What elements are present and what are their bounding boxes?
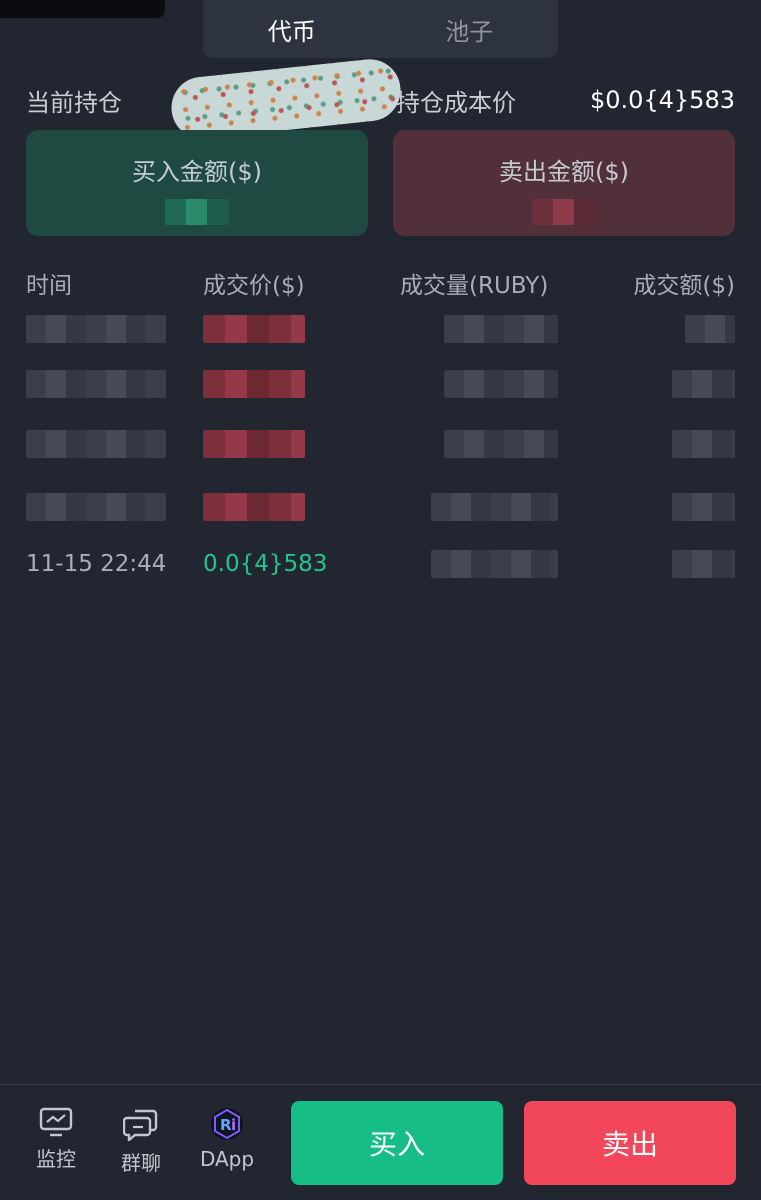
cost-price-label: 持仓成本价 bbox=[396, 88, 516, 117]
trade-price: 0.0{4}583 bbox=[203, 551, 328, 577]
redacted-volume bbox=[444, 430, 558, 458]
redacted-volume bbox=[444, 315, 558, 343]
nav-dapp[interactable]: R i DApp bbox=[192, 1107, 262, 1171]
header-amount: 成交额($) bbox=[633, 273, 735, 299]
redacted-price bbox=[203, 430, 305, 458]
monitor-icon bbox=[39, 1107, 73, 1137]
header-volume: 成交量(RUBY) bbox=[400, 273, 549, 299]
sell-amount-label: 卖出金额($) bbox=[499, 158, 629, 186]
nav-group-chat-label: 群聊 bbox=[121, 1151, 161, 1175]
tab-pool[interactable]: 池子 bbox=[381, 0, 559, 58]
redacted-volume bbox=[431, 550, 558, 578]
trade-time: 11-15 22:44 bbox=[26, 551, 167, 577]
redacted-amount bbox=[672, 493, 735, 521]
buy-amount-label: 买入金额($) bbox=[132, 158, 262, 186]
redacted-amount bbox=[672, 550, 735, 578]
svg-text:i: i bbox=[231, 1116, 236, 1134]
redacted-time bbox=[26, 493, 166, 521]
current-position-label: 当前持仓 bbox=[26, 88, 122, 117]
table-row bbox=[26, 313, 735, 347]
redacted-buy-amount bbox=[165, 199, 229, 225]
chat-icon bbox=[123, 1109, 158, 1141]
header-price: 成交价($) bbox=[203, 273, 305, 299]
redacted-volume bbox=[444, 370, 558, 398]
tab-token[interactable]: 代币 bbox=[203, 0, 381, 58]
trades-table-header: 时间 成交价($) 成交量(RUBY) 成交额($) bbox=[26, 262, 735, 302]
redacted-amount bbox=[685, 315, 735, 343]
table-row: 11-15 22:44 0.0{4}583 bbox=[26, 548, 735, 582]
nav-dapp-label: DApp bbox=[199, 1147, 255, 1171]
cost-price-value: $0.0{4}583 bbox=[589, 86, 735, 114]
bottom-action-bar: 监控 群聊 R i DApp 买入 卖出 bbox=[0, 1084, 761, 1200]
table-row bbox=[26, 368, 735, 402]
header-time: 时间 bbox=[26, 273, 72, 299]
redacted-amount bbox=[672, 370, 735, 398]
redacted-price bbox=[203, 493, 305, 521]
redacted-amount bbox=[672, 430, 735, 458]
token-pool-tabs: 代币 池子 bbox=[203, 0, 558, 58]
nav-monitor-label: 监控 bbox=[36, 1147, 76, 1171]
buy-amount-card[interactable]: 买入金额($) bbox=[26, 130, 368, 236]
redacted-time bbox=[26, 370, 166, 398]
redacted-position-value bbox=[168, 56, 404, 142]
buy-button[interactable]: 买入 bbox=[291, 1101, 503, 1185]
sell-amount-card[interactable]: 卖出金额($) bbox=[393, 130, 735, 236]
nav-group-chat[interactable]: 群聊 bbox=[106, 1107, 176, 1176]
redacted-sell-amount bbox=[532, 199, 596, 225]
dapp-icon: R i bbox=[211, 1108, 243, 1140]
redacted-volume bbox=[431, 493, 558, 521]
position-row: 当前持仓 持仓成本价 $0.0{4}583 bbox=[26, 56, 735, 142]
nav-monitor[interactable]: 监控 bbox=[21, 1107, 91, 1172]
redacted-price bbox=[203, 370, 305, 398]
redacted-time bbox=[26, 315, 166, 343]
sell-button[interactable]: 卖出 bbox=[524, 1101, 736, 1185]
status-bar-block bbox=[0, 0, 165, 18]
redacted-time bbox=[26, 430, 166, 458]
table-row bbox=[26, 491, 735, 525]
table-row bbox=[26, 428, 735, 462]
redacted-price bbox=[203, 315, 305, 343]
